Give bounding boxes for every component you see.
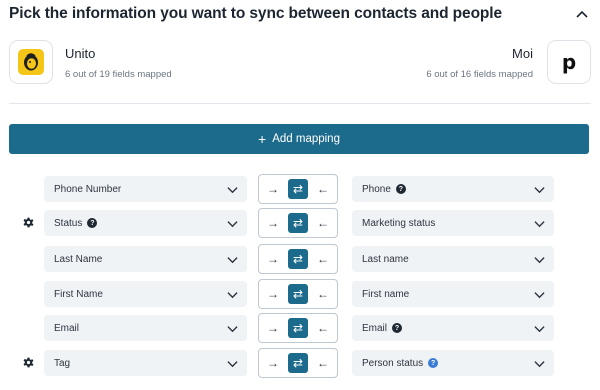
sync-right-to-left-button[interactable]: ← — [315, 215, 331, 231]
sync-direction-control: → ⇄ ← — [258, 313, 338, 343]
mapping-row: Tag → ⇄ ← Person status ? — [0, 348, 600, 378]
sync-direction-control: → ⇄ ← — [258, 208, 338, 238]
sync-both-ways-button[interactable]: ⇄ — [288, 284, 308, 304]
chevron-down-icon — [227, 254, 238, 265]
right-fields-mapped: 6 out of 16 fields mapped — [426, 69, 533, 80]
left-field-label: Phone Number — [54, 183, 122, 195]
chevron-down-icon — [227, 289, 238, 300]
left-field-select[interactable]: Phone Number — [44, 176, 247, 202]
right-field-label: First name — [362, 288, 410, 300]
sync-direction-control: → ⇄ ← — [258, 348, 338, 378]
unito-logo — [9, 40, 53, 84]
sync-right-to-left-button[interactable]: ← — [315, 251, 331, 267]
sync-direction-control: → ⇄ ← — [258, 174, 338, 204]
right-field-select[interactable]: Email ? — [352, 315, 554, 341]
right-field-label: Email — [362, 322, 388, 334]
pipedrive-logo-icon: p — [561, 50, 577, 74]
sync-left-to-right-button[interactable]: → — [265, 286, 281, 302]
divider — [9, 103, 591, 104]
plus-icon: + — [258, 131, 267, 147]
left-field-select[interactable]: Status ? — [44, 210, 247, 236]
chevron-down-icon — [534, 323, 545, 334]
right-field-label: Marketing status — [362, 217, 436, 229]
right-field-label: Phone — [362, 183, 391, 195]
collapse-button[interactable] — [573, 5, 591, 23]
chevron-down-icon — [227, 218, 238, 229]
apps-row: Unito 6 out of 19 fields mapped Moi 6 ou… — [9, 40, 591, 86]
gear-icon[interactable] — [22, 216, 35, 229]
sync-left-to-right-button[interactable]: → — [265, 355, 281, 371]
left-field-label: Status — [54, 217, 83, 229]
right-field-select[interactable]: First name — [352, 281, 554, 307]
sync-direction-control: → ⇄ ← — [258, 244, 338, 274]
chevron-down-icon — [534, 358, 545, 369]
chevron-down-icon — [534, 218, 545, 229]
sync-both-ways-button[interactable]: ⇄ — [288, 318, 308, 338]
right-field-select[interactable]: Phone ? — [352, 176, 554, 202]
left-field-select[interactable]: Email — [44, 315, 247, 341]
sync-right-to-left-button[interactable]: ← — [315, 355, 331, 371]
help-icon[interactable]: ? — [392, 323, 403, 333]
chevron-down-icon — [227, 358, 238, 369]
help-icon[interactable]: ? — [395, 184, 406, 194]
left-field-label: Last Name — [54, 253, 103, 265]
left-field-label: First Name — [54, 288, 103, 300]
left-field-label: Tag — [54, 357, 71, 369]
sync-right-to-left-button[interactable]: ← — [315, 320, 331, 336]
left-app-name: Unito — [65, 46, 96, 61]
chevron-down-icon — [534, 289, 545, 300]
mapping-row: First Name → ⇄ ← First name — [0, 279, 600, 309]
left-field-select[interactable]: Tag — [44, 350, 247, 376]
sync-right-to-left-button[interactable]: ← — [315, 181, 331, 197]
right-field-select[interactable]: Person status ? — [352, 350, 554, 376]
section-header: Pick the information you want to sync be… — [9, 0, 591, 28]
right-field-select[interactable]: Marketing status — [352, 210, 554, 236]
sync-both-ways-button[interactable]: ⇄ — [288, 179, 308, 199]
chevron-down-icon — [227, 323, 238, 334]
left-field-select[interactable]: First Name — [44, 281, 247, 307]
chevron-down-icon — [534, 184, 545, 195]
chevron-down-icon — [534, 254, 545, 265]
help-icon[interactable]: ? — [87, 218, 98, 228]
add-mapping-button[interactable]: + Add mapping — [9, 124, 589, 154]
add-mapping-label: Add mapping — [272, 133, 340, 145]
sync-left-to-right-button[interactable]: → — [265, 251, 281, 267]
left-field-select[interactable]: Last Name — [44, 246, 247, 272]
section-title: Pick the information you want to sync be… — [9, 5, 503, 22]
right-field-label: Person status — [362, 357, 424, 369]
mapping-row: Status ? → ⇄ ← Marketing status — [0, 208, 600, 238]
mapping-row: Email → ⇄ ← Email ? — [0, 313, 600, 343]
mailchimp-logo-icon — [18, 49, 44, 75]
left-fields-mapped: 6 out of 19 fields mapped — [65, 69, 172, 80]
sync-both-ways-button[interactable]: ⇄ — [288, 353, 308, 373]
sync-direction-control: → ⇄ ← — [258, 279, 338, 309]
right-field-select[interactable]: Last name — [352, 246, 554, 272]
right-field-label: Last name — [362, 253, 409, 265]
sync-both-ways-button[interactable]: ⇄ — [288, 213, 308, 233]
mapping-row: Last Name → ⇄ ← Last name — [0, 244, 600, 274]
mapping-row: Phone Number → ⇄ ← Phone ? — [0, 174, 600, 204]
moi-logo: p — [547, 40, 591, 84]
sync-left-to-right-button[interactable]: → — [265, 181, 281, 197]
sync-left-to-right-button[interactable]: → — [265, 320, 281, 336]
gear-icon[interactable] — [22, 356, 35, 369]
help-icon[interactable]: ? — [428, 358, 439, 368]
right-app-name: Moi — [512, 46, 533, 61]
sync-right-to-left-button[interactable]: ← — [315, 286, 331, 302]
sync-both-ways-button[interactable]: ⇄ — [288, 249, 308, 269]
left-field-label: Email — [54, 322, 80, 334]
chevron-up-icon — [576, 10, 588, 18]
sync-left-to-right-button[interactable]: → — [265, 215, 281, 231]
chevron-down-icon — [227, 184, 238, 195]
